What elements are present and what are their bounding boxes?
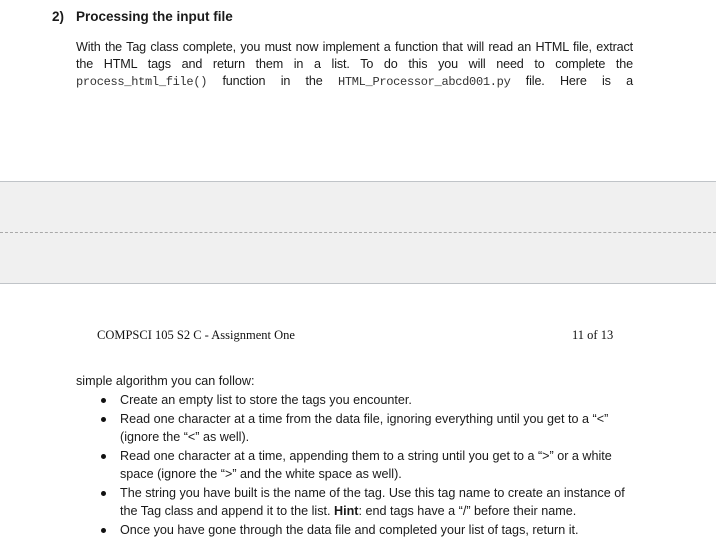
section-number: 2)	[52, 9, 65, 24]
intro-line: With the Tag class complete, you must no…	[76, 40, 633, 54]
intro-paragraph: With the Tag class complete, you must no…	[76, 39, 633, 90]
bullet-icon	[101, 416, 106, 422]
intro-line: process_html_file() function in the HTML…	[76, 73, 633, 90]
page-number: 11 of 13	[572, 328, 614, 342]
bullet-icon	[101, 453, 106, 459]
page-header-course: COMPSCI 105 S2 C - Assignment One	[97, 328, 295, 342]
section-title: Processing the input file	[76, 9, 233, 24]
page-11-top: COMPSCI 105 S2 C - Assignment One 11 of …	[0, 284, 716, 549]
algorithm-steps: Create an empty list to store the tags y…	[101, 391, 636, 539]
bullet-icon	[101, 398, 106, 403]
function-name-code: process_html_file()	[76, 75, 208, 89]
list-item: Read one character at a time from the da…	[101, 410, 636, 447]
page-10-bottom: 2) Processing the input file With the Tag…	[0, 0, 716, 181]
list-item: Read one character at a time, appending …	[101, 447, 636, 484]
list-item: The string you have built is the name of…	[101, 484, 636, 521]
list-item: Once you have gone through the data file…	[101, 521, 636, 540]
page-gap	[0, 181, 716, 284]
bullet-icon	[101, 490, 106, 496]
intro-text: file. Here is a	[510, 74, 633, 88]
page-break-line	[0, 232, 716, 233]
section-heading: 2) Processing the input file	[52, 9, 233, 24]
intro-text: function in the	[207, 74, 338, 88]
continuation-text: simple algorithm you can follow:	[76, 374, 255, 388]
hint-label: Hint	[334, 504, 359, 518]
list-item: Create an empty list to store the tags y…	[101, 391, 636, 410]
file-name-code: HTML_Processor_abcd001.py	[337, 75, 511, 89]
bullet-icon	[101, 527, 106, 533]
intro-line: the HTML tags and return them in a list.…	[76, 57, 633, 71]
